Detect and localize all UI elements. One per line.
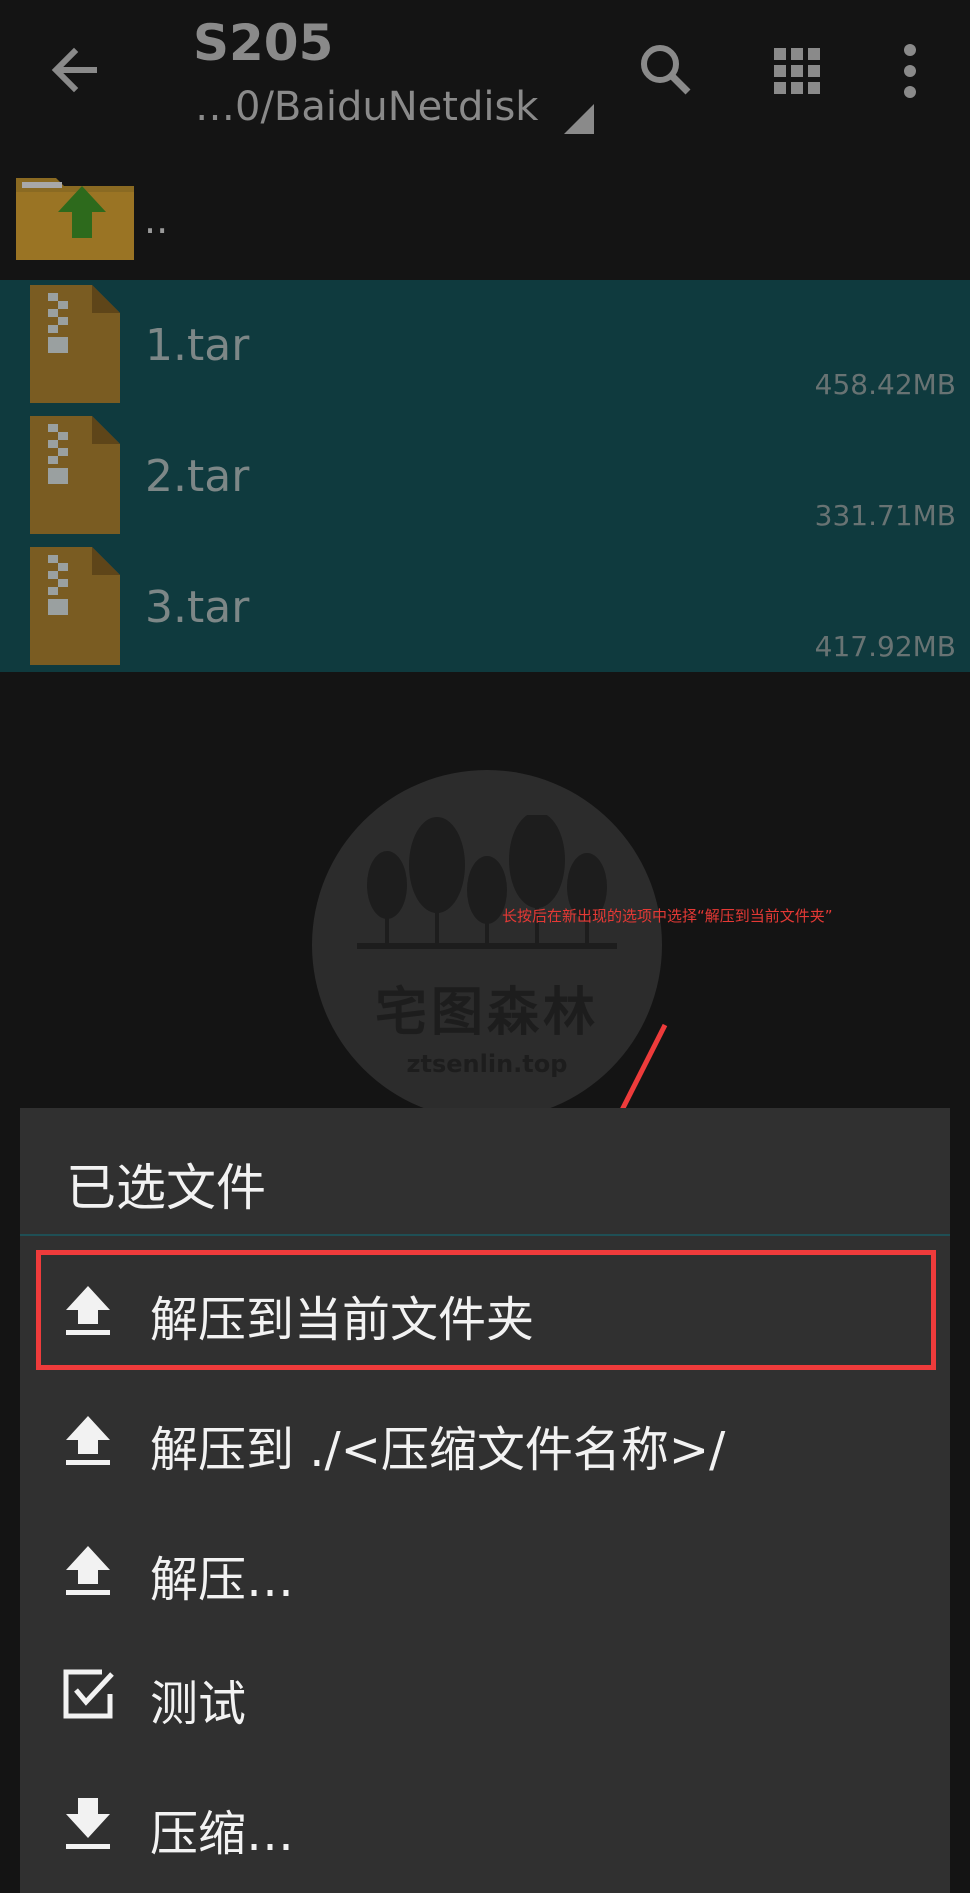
- page-title: S205: [193, 14, 334, 72]
- back-button[interactable]: [40, 34, 110, 104]
- folder-up-icon: [16, 178, 134, 260]
- sheet-divider: [20, 1234, 950, 1236]
- parent-folder-row[interactable]: ..: [0, 150, 970, 278]
- instruction-annotation: 长按后在新出现的选项中选择“解压到当前文件夹”: [502, 907, 833, 925]
- menu-item-compress[interactable]: 压缩…: [20, 1760, 950, 1888]
- download-icon: [66, 1798, 110, 1849]
- menu-label: 测试: [150, 1676, 247, 1732]
- parent-folder-label: ..: [144, 198, 169, 242]
- current-path[interactable]: …0/BaiduNetdisk: [195, 84, 538, 130]
- trees-logo-icon: [357, 815, 617, 949]
- menu-label: 解压到 ./<压缩文件名称>/: [150, 1422, 726, 1478]
- arrow-left-icon: [51, 47, 97, 93]
- file-name: 2.tar: [145, 451, 250, 502]
- grid-icon: [774, 48, 820, 94]
- file-row[interactable]: 2.tar 331.71MB: [0, 411, 970, 542]
- selected-files: 1.tar 458.42MB 2.tar 331.71MB 3.tar 417.…: [0, 280, 970, 672]
- file-row[interactable]: 3.tar 417.92MB: [0, 542, 970, 673]
- file-size: 417.92MB: [814, 630, 956, 663]
- more-vert-icon: [904, 44, 916, 98]
- search-icon: [641, 45, 691, 95]
- menu-item-test[interactable]: 测试: [20, 1630, 950, 1758]
- more-options-button[interactable]: [875, 36, 945, 106]
- upload-icon: [66, 1416, 110, 1465]
- checkbox-icon: [63, 1669, 114, 1719]
- highlight-box: [36, 1250, 936, 1370]
- grid-view-button[interactable]: [762, 36, 832, 106]
- file-row[interactable]: 1.tar 458.42MB: [0, 280, 970, 411]
- archive-file-icon: [30, 416, 120, 534]
- file-name: 3.tar: [145, 582, 250, 633]
- menu-item-extract[interactable]: 解压…: [20, 1506, 950, 1634]
- sheet-title: 已选文件: [66, 1159, 266, 1217]
- file-size: 331.71MB: [814, 499, 956, 532]
- menu-label: 解压…: [150, 1552, 295, 1608]
- file-size: 458.42MB: [814, 368, 956, 401]
- search-button[interactable]: [630, 36, 700, 106]
- archive-file-icon: [30, 547, 120, 665]
- menu-label: 压缩…: [150, 1806, 295, 1862]
- selected-files-sheet: 已选文件 解压到当前文件夹 解压到 ./<压缩文件名称>/ 解压… 测试 压缩…: [20, 1108, 950, 1893]
- file-name: 1.tar: [145, 320, 250, 371]
- archive-file-icon: [30, 285, 120, 403]
- menu-item-extract-to-folder[interactable]: 解压到 ./<压缩文件名称>/: [20, 1376, 950, 1504]
- path-dropdown-icon[interactable]: [564, 104, 594, 134]
- app-toolbar: S205 …0/BaiduNetdisk: [0, 0, 970, 146]
- upload-icon: [66, 1546, 110, 1595]
